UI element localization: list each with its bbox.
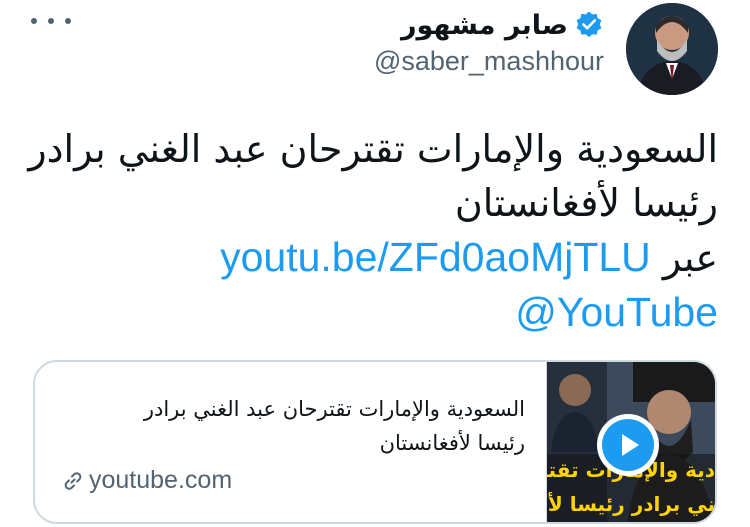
more-dot [48, 18, 54, 24]
tweet-text-line-1: السعودية والإمارات تقترحان عبد الغني برا… [28, 127, 718, 171]
link-preview-card[interactable]: دية والإمارات تقتـ ني برادر رئيسا لأفغ ا… [33, 360, 717, 524]
card-domain-text: youtube.com [89, 466, 233, 494]
link-icon [61, 469, 85, 493]
more-horizontal-icon[interactable] [31, 9, 71, 33]
more-dot [31, 18, 37, 24]
tweet-text-line-2: رئيسا لأفغانستان [454, 181, 718, 225]
tweet-link-line: عبر youtu.be/ZFd0aoMjTLU [40, 230, 718, 285]
mention-link[interactable]: @YouTube [515, 289, 718, 335]
author-name-row[interactable]: صابر مشهور [401, 8, 604, 42]
via-label: عبر [662, 236, 718, 280]
tweet: صابر مشهور @saber_mashhour السعودية والإ… [0, 0, 750, 527]
card-domain: youtube.com [61, 466, 232, 495]
author-handle[interactable]: @saber_mashhour [374, 46, 604, 77]
tweet-mention-line: @YouTube [40, 285, 718, 340]
tweet-text: السعودية والإمارات تقترحان عبد الغني برا… [28, 122, 718, 340]
card-title-line-1: السعودية والإمارات تقترحان عبد الغني برا… [143, 397, 525, 421]
avatar[interactable] [626, 3, 718, 95]
thumbnail-caption-line-2: ني برادر رئيسا لأفغ [547, 492, 715, 516]
more-dot [65, 18, 71, 24]
verified-badge-icon [574, 10, 604, 40]
tweet-link[interactable]: youtu.be/ZFd0aoMjTLU [220, 234, 651, 280]
avatar-image [626, 3, 718, 95]
card-title: السعودية والإمارات تقترحان عبد الغني برا… [85, 392, 525, 460]
video-thumbnail[interactable]: دية والإمارات تقتـ ني برادر رئيسا لأفغ [546, 362, 715, 522]
card-title-line-2: رئيسا لأفغانستان [379, 431, 525, 455]
play-icon[interactable] [595, 412, 661, 478]
author-display-name[interactable]: صابر مشهور [401, 10, 568, 41]
